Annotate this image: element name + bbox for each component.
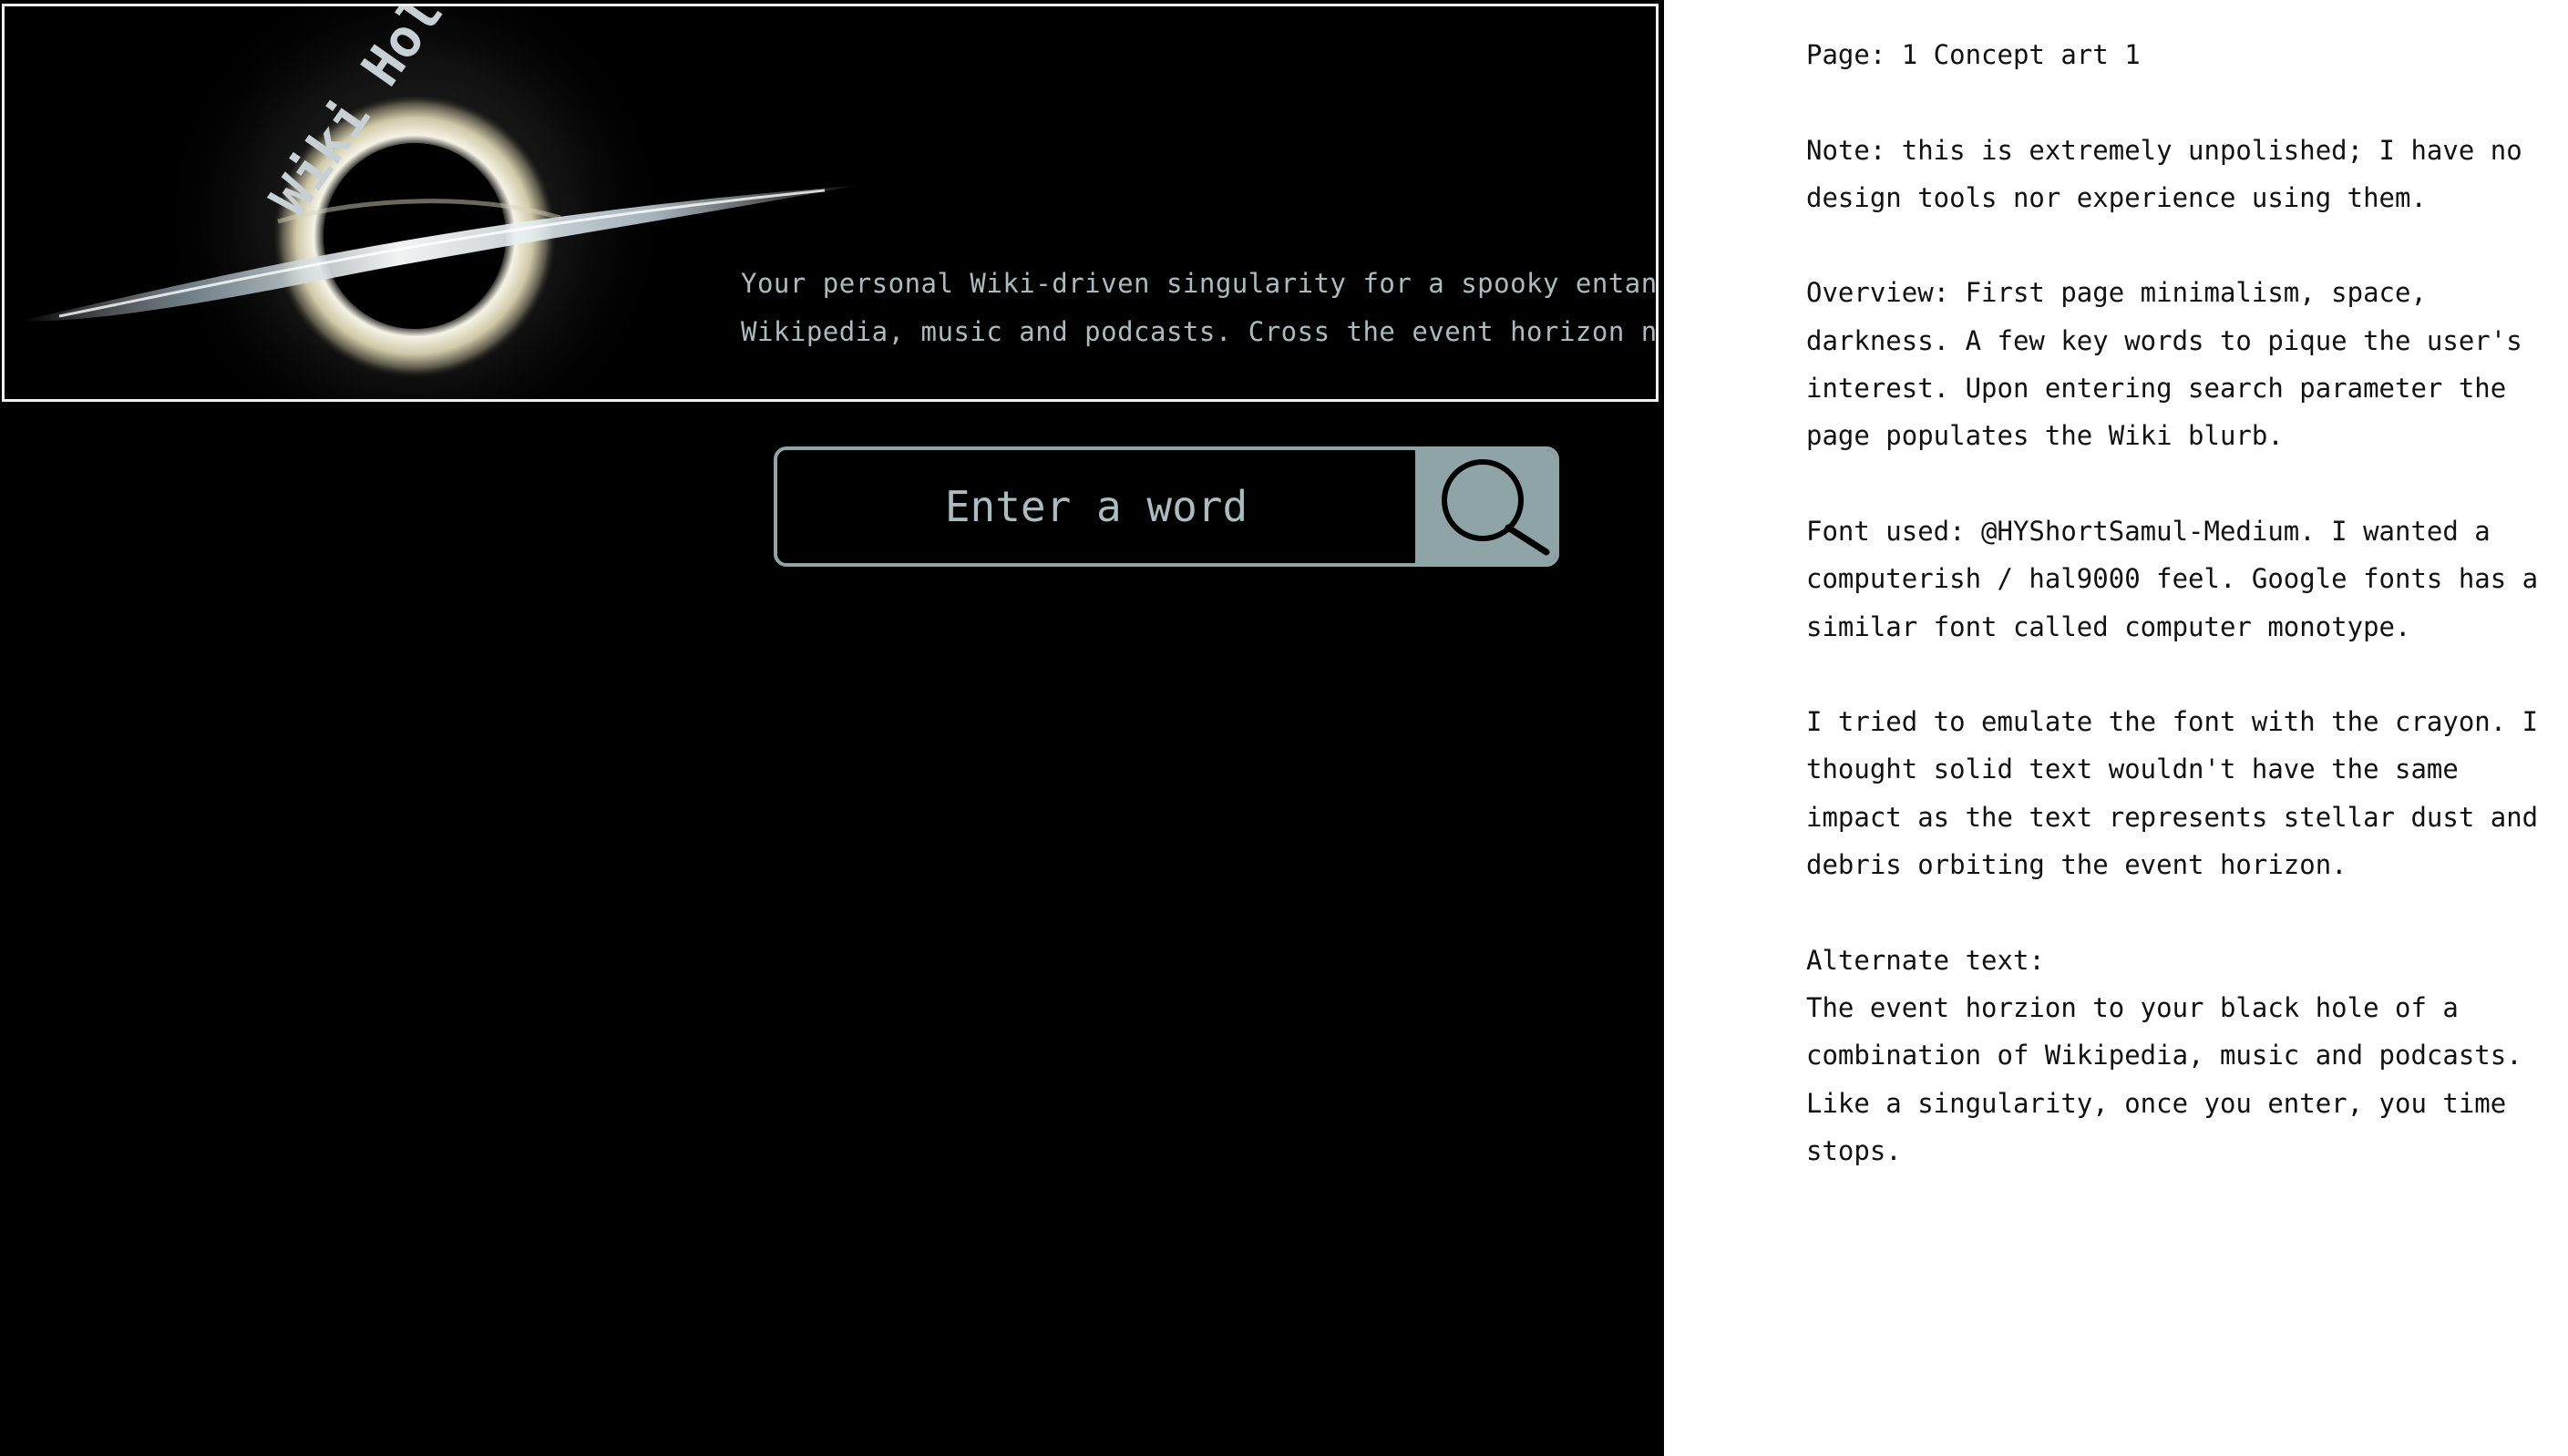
concept-mockup-canvas: Wiki Hole Your personal Wiki-driven sing… [0, 0, 1664, 1456]
alternate-line: combination of Wikipedia, music and podc… [1806, 1040, 2522, 1071]
overview-line: page populates the Wiki blurb. [1806, 420, 2284, 452]
note-line: Note: this is extremely unpolished; I ha… [1806, 134, 2522, 166]
font-note-line: Font used: @HYShortSamul-Medium. I wante… [1806, 515, 2491, 547]
crayon-note-line: impact as the text represents stellar du… [1806, 801, 2539, 833]
search-button[interactable] [1415, 450, 1556, 563]
note-line: design tools nor experience using them. [1806, 181, 2427, 213]
alternate-heading: Alternate text: [1806, 944, 2045, 976]
crayon-note-line: debris orbiting the event horizon. [1806, 849, 2347, 881]
font-note-line: computerish / hal9000 feel. Google fonts… [1806, 563, 2539, 595]
alternate-line: The event horzion to your black hole of … [1806, 991, 2459, 1023]
search-bar [774, 446, 1559, 567]
font-note-line: similar font called computer monotype. [1806, 610, 2411, 642]
search-icon [1442, 459, 1550, 556]
page-label: Page: 1 Concept art 1 [1806, 39, 2141, 70]
alternate-line: stops. [1806, 1134, 1902, 1166]
alternate-line: Like a singularity, once you enter, you … [1806, 1087, 2507, 1119]
overview-line: darkness. A few key words to pique the u… [1806, 324, 2522, 356]
search-input[interactable] [777, 450, 1415, 563]
overview-line: Overview: First page minimalism, space, [1806, 277, 2427, 309]
tagline-line: Your personal Wiki-driven singularity fo… [741, 268, 1658, 299]
header-banner: Wiki Hole Your personal Wiki-driven sing… [2, 4, 1659, 402]
crayon-note-line: thought solid text wouldn't have the sam… [1806, 754, 2459, 785]
overview-line: interest. Upon entering search parameter… [1806, 373, 2507, 405]
design-notes: Page: 1 Concept art 1 Note: this is extr… [1806, 31, 2539, 1174]
tagline-line: Wikipedia, music and podcasts. Cross the… [741, 316, 1659, 347]
tagline: Your personal Wiki-driven singularity fo… [741, 260, 1659, 356]
crayon-note-line: I tried to emulate the font with the cra… [1806, 706, 2539, 738]
